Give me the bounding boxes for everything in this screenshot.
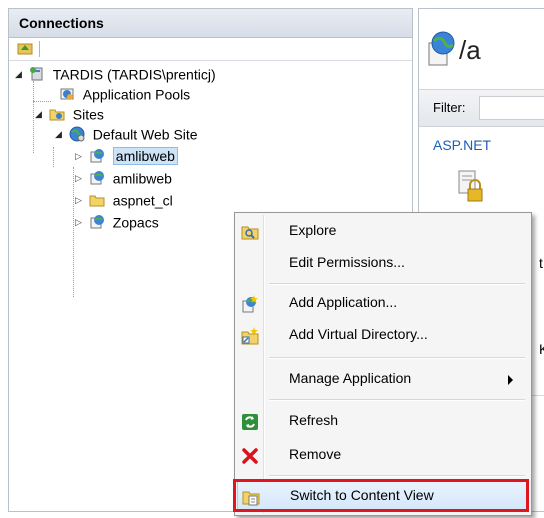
collapse-arrow-icon[interactable]: ◢	[55, 124, 65, 144]
folder-icon	[89, 195, 105, 207]
menu-item-label: Remove	[289, 446, 342, 462]
menu-item-refresh[interactable]: Refresh	[237, 407, 527, 435]
sites-folder-icon	[49, 109, 65, 121]
menu-item-remove[interactable]: Remove	[237, 441, 527, 469]
up-level-icon[interactable]	[17, 41, 33, 55]
tree-node-zopacs[interactable]: ▷ Zopacs	[75, 211, 159, 231]
filter-label: Filter:	[433, 100, 466, 115]
explore-icon	[241, 226, 259, 240]
amlibweb-label: amlibweb	[112, 147, 178, 166]
toolbar-separator	[39, 41, 40, 57]
add-application-icon	[242, 295, 258, 313]
tree-node-amlibweb-selected[interactable]: ▷ amlibweb	[75, 145, 178, 166]
context-menu: Explore Edit Permissions... Add Applicat…	[234, 212, 532, 516]
menu-item-manage-application[interactable]: Manage Application	[237, 365, 527, 393]
menu-item-add-application[interactable]: Add Application...	[237, 289, 527, 317]
application-icon	[90, 215, 104, 229]
menu-item-label: Edit Permissions...	[289, 254, 405, 270]
menu-item-label: Add Virtual Directory...	[289, 326, 428, 342]
aspnet-client-label: aspnet_cl	[112, 192, 173, 209]
tree-node-application-pools[interactable]: Application Pools	[45, 83, 190, 103]
web-site-globe-icon	[69, 126, 85, 142]
expand-arrow-icon[interactable]: ▷	[75, 212, 85, 232]
expand-arrow-icon[interactable]: ▷	[75, 190, 85, 210]
page-title: /a	[459, 35, 481, 65]
highlight-annotation	[233, 479, 529, 512]
menu-item-explore[interactable]: Explore	[237, 217, 527, 245]
tree-node-sites[interactable]: ◢ Sites	[35, 103, 104, 123]
filter-input[interactable]	[479, 96, 544, 120]
application-pools-icon	[60, 88, 74, 101]
menu-item-label: Add Application...	[289, 294, 398, 310]
menu-separator	[269, 357, 525, 359]
collapse-arrow-icon[interactable]: ◢	[15, 64, 25, 84]
sites-label: Sites	[72, 106, 104, 123]
application-icon	[90, 149, 104, 163]
expand-arrow-icon[interactable]: ▷	[75, 168, 85, 188]
menu-item-label: Refresh	[289, 412, 339, 428]
authentication-lock-icon[interactable]	[457, 169, 485, 203]
submenu-arrow-icon	[508, 375, 513, 385]
connections-toolbar	[9, 38, 412, 61]
tree-node-server[interactable]: ◢ TARDIS (TARDIS\prenticj)	[15, 63, 216, 83]
menu-separator	[269, 283, 525, 285]
application-icon	[90, 171, 104, 185]
tree-node-default-web-site[interactable]: ◢ Default Web Site	[55, 123, 198, 143]
group-header-aspnet: ASP.NET	[433, 137, 492, 153]
connections-header: Connections	[9, 9, 412, 38]
collapse-arrow-icon[interactable]: ◢	[35, 104, 45, 124]
filter-bar: Filter:	[419, 89, 544, 127]
server-label: TARDIS (TARDIS\prenticj)	[52, 66, 216, 83]
menu-separator	[269, 475, 525, 477]
menu-item-edit-permissions[interactable]: Edit Permissions...	[237, 249, 527, 277]
feature-label-fragment: t.	[539, 255, 544, 271]
web-application-icon	[428, 31, 455, 66]
tree-node-amlibweb[interactable]: ▷ amlibweb	[75, 167, 172, 187]
zopacs-label: Zopacs	[112, 214, 159, 231]
tree-node-aspnet-client[interactable]: ▷ aspnet_cl	[75, 189, 173, 209]
menu-item-label: Explore	[289, 222, 337, 238]
menu-separator	[269, 399, 525, 401]
refresh-icon	[242, 414, 258, 430]
application-pools-label: Application Pools	[82, 86, 191, 103]
default-web-site-label: Default Web Site	[92, 126, 198, 143]
server-icon	[29, 67, 43, 81]
feature-label-fragment-2: Ke	[539, 341, 544, 357]
menu-item-add-virtual-directory[interactable]: Add Virtual Directory...	[237, 321, 527, 349]
add-virtual-directory-icon	[241, 327, 259, 345]
remove-icon	[242, 448, 258, 464]
amlibweb-label-2: amlibweb	[112, 170, 172, 187]
expand-arrow-icon[interactable]: ▷	[75, 146, 85, 166]
menu-item-label: Manage Application	[289, 370, 412, 386]
